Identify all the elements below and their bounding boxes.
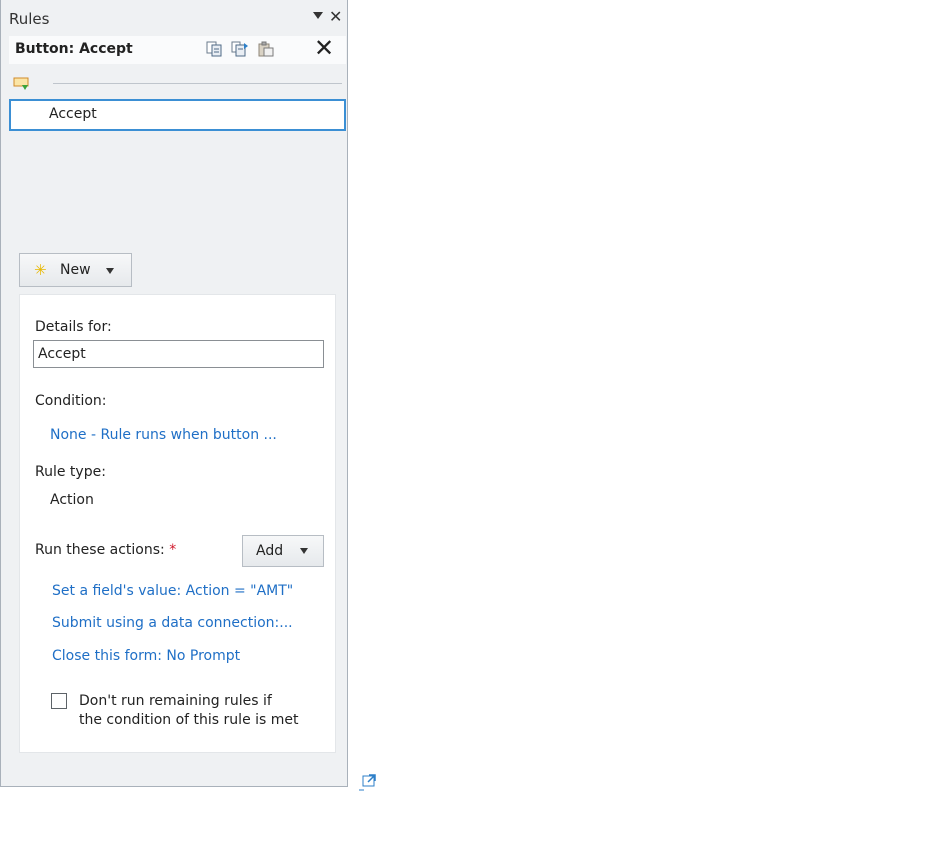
run-actions-text: Run these actions: (35, 542, 165, 558)
copy-all-rules-icon[interactable] (231, 41, 249, 57)
control-name: Button: Accept (15, 41, 133, 57)
action-link[interactable]: Set a field's value: Action = "AMT" (52, 583, 293, 599)
stop-processing-line2: the condition of this rule is met (79, 712, 299, 728)
pane-title: Rules (9, 10, 50, 28)
paste-rule-icon[interactable] (257, 41, 275, 57)
stop-processing-line1: Don't run remaining rules if (79, 693, 272, 709)
condition-label: Condition: (35, 393, 107, 409)
new-rule-button-label: New (60, 262, 91, 278)
action-link[interactable]: Close this form: No Prompt (52, 648, 240, 664)
chevron-down-icon (106, 268, 114, 274)
popout-icon[interactable] (359, 773, 381, 791)
rule-details-panel: Details for: Condition: None - Rule runs… (19, 294, 336, 753)
rule-name-input[interactable] (33, 340, 324, 368)
rules-task-pane: Rules ✕ Button: Accept ✕ Accept ✳ New De… (0, 0, 348, 787)
pane-menu-dropdown-icon[interactable] (313, 12, 323, 19)
copy-rule-icon[interactable] (206, 41, 224, 57)
sparkle-icon: ✳ (34, 261, 47, 279)
condition-link[interactable]: None - Rule runs when button ... (50, 427, 277, 443)
rule-action-icon (13, 77, 29, 90)
pane-title-bar: Rules ✕ (1, 7, 347, 30)
delete-rule-icon[interactable]: ✕ (314, 36, 334, 60)
chevron-down-icon (300, 548, 308, 554)
stop-processing-checkbox[interactable] (51, 693, 67, 709)
rule-list-item-accept[interactable]: Accept (9, 99, 346, 131)
required-mark: * (169, 542, 177, 558)
new-rule-button[interactable]: ✳ New (19, 253, 132, 287)
rule-list-item-label: Accept (49, 106, 97, 122)
rules-header: Button: Accept ✕ (9, 36, 346, 64)
rule-type-label: Rule type: (35, 464, 106, 480)
stop-processing-label: Don't run remaining rules if the conditi… (79, 692, 329, 730)
add-action-button-label: Add (256, 543, 284, 559)
action-link[interactable]: Submit using a data connection:... (52, 615, 293, 631)
rule-group-separator (9, 76, 346, 92)
add-action-button[interactable]: Add (242, 535, 324, 567)
run-actions-label: Run these actions: * (35, 542, 176, 558)
rule-type-value: Action (50, 492, 94, 508)
details-for-label: Details for: (35, 319, 112, 335)
pane-close-icon[interactable]: ✕ (329, 7, 342, 27)
separator-line (53, 83, 342, 84)
